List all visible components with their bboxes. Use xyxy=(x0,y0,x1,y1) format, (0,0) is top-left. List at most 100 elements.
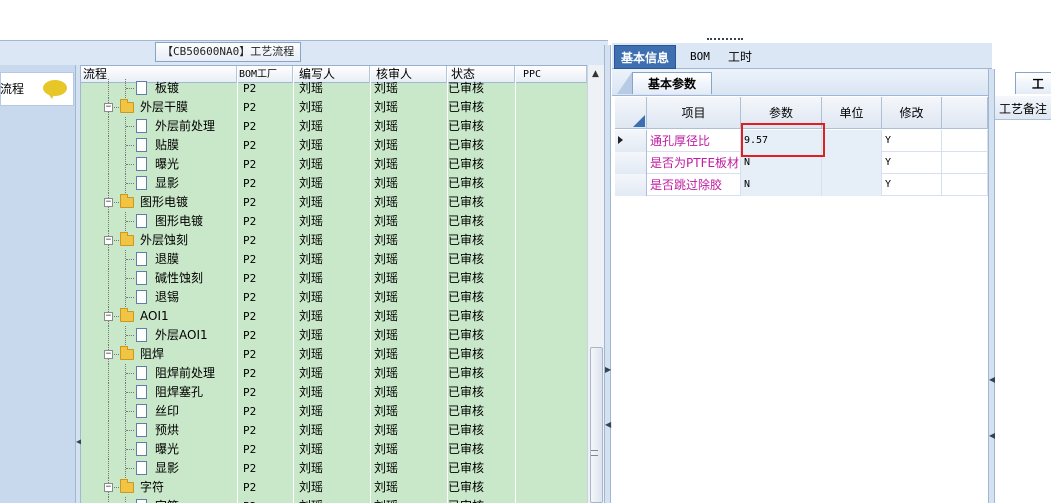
row-selector[interactable] xyxy=(615,130,647,152)
param-unit-cell[interactable] xyxy=(822,130,882,152)
tab-work-hours[interactable]: 工时 xyxy=(722,45,758,69)
reviewer-cell: 刘瑶 xyxy=(374,497,398,503)
grid-rows: 板镀 P2 刘瑶 刘瑶 已审核 − 外层干膜 P2 刘瑶 刘瑶 已审核 外层前处理 P2 刘瑶 刘瑶 已审核贴… xyxy=(81,79,587,503)
tree-guide-line xyxy=(108,421,109,440)
reviewer-cell: 刘瑶 xyxy=(374,423,399,437)
reviewer-cell: 刘瑶 xyxy=(374,157,399,171)
bom-factory-cell: P2 xyxy=(243,272,257,285)
reviewer-cell: 刘瑶 xyxy=(374,461,399,475)
right-splitter[interactable]: ◀ ◀ xyxy=(988,69,995,503)
table-row[interactable]: 碱性蚀刻 P2 刘瑶 刘瑶 已审核 xyxy=(81,269,587,288)
column-header-process-notes[interactable]: 工艺备注 xyxy=(999,100,1047,117)
table-row[interactable]: − 图形电镀 P2 刘瑶 刘瑶 已审核 xyxy=(81,193,587,212)
bom-factory-cell: P2 xyxy=(243,82,257,95)
table-row[interactable]: 字符 P2 刘瑶 刘瑶 已审核 xyxy=(81,497,587,503)
table-row[interactable]: 板镀 P2 刘瑶 刘瑶 已审核 xyxy=(81,79,587,98)
reviewer-cell: 刘瑶 xyxy=(374,328,399,342)
table-row[interactable]: − 字符 P2 刘瑶 刘瑶 已审核 xyxy=(81,478,587,497)
writer-cell: 刘瑶 xyxy=(299,347,324,361)
reviewer-cell: 刘瑶 xyxy=(374,195,399,209)
tree-guide-line xyxy=(108,440,109,459)
tree-guide-line xyxy=(108,459,109,478)
table-row[interactable]: − 外层蚀刻 P2 刘瑶 刘瑶 已审核 xyxy=(81,231,587,250)
table-row[interactable]: 退锡 P2 刘瑶 刘瑶 已审核 xyxy=(81,288,587,307)
table-row[interactable]: 显影 P2 刘瑶 刘瑶 已审核 xyxy=(81,174,587,193)
table-row[interactable]: 外层AOI1 P2 刘瑶 刘瑶 已审核 xyxy=(81,326,587,345)
status-cell: 已审核 xyxy=(448,366,485,380)
document-icon xyxy=(136,119,147,133)
document-icon xyxy=(136,442,147,456)
tree-node-label: 外层前处理 xyxy=(155,119,216,133)
table-row[interactable]: − AOI1 P2 刘瑶 刘瑶 已审核 xyxy=(81,307,587,326)
table-row[interactable]: 退膜 P2 刘瑶 刘瑶 已审核 xyxy=(81,250,587,269)
info-tabs: 基本信息 BOM 工时 xyxy=(612,43,992,69)
scroll-up-icon[interactable]: ▲ xyxy=(592,69,599,79)
bom-factory-cell: P2 xyxy=(243,310,257,323)
bom-factory-cell: P2 xyxy=(243,443,257,456)
column-header-unit[interactable]: 单位 xyxy=(822,97,882,129)
param-blank-cell xyxy=(942,130,988,152)
status-cell: 已审核 xyxy=(448,290,485,304)
status-cell: 已审核 xyxy=(448,138,485,152)
table-row[interactable]: − 外层干膜 P2 刘瑶 刘瑶 已审核 xyxy=(81,98,587,117)
row-header-corner[interactable] xyxy=(615,97,647,129)
params-row[interactable]: 是否跳过除胶 N Y xyxy=(615,174,988,196)
table-row[interactable]: 丝印 P2 刘瑶 刘瑶 已审核 xyxy=(81,402,587,421)
select-all-icon[interactable] xyxy=(633,115,645,127)
table-row[interactable]: 阻焊前处理 P2 刘瑶 刘瑶 已审核 xyxy=(81,364,587,383)
tree-branch-line xyxy=(126,145,134,146)
table-row[interactable]: − 阻焊 P2 刘瑶 刘瑶 已审核 xyxy=(81,345,587,364)
table-row[interactable]: 预烘 P2 刘瑶 刘瑶 已审核 xyxy=(81,421,587,440)
status-cell: 已审核 xyxy=(448,119,485,133)
table-row[interactable]: 曝光 P2 刘瑶 刘瑶 已审核 xyxy=(81,155,587,174)
document-icon xyxy=(136,157,147,171)
table-row[interactable]: 阻焊塞孔 P2 刘瑶 刘瑶 已审核 xyxy=(81,383,587,402)
reviewer-cell: 刘瑶 xyxy=(374,404,399,418)
table-row[interactable]: 显影 P2 刘瑶 刘瑶 已审核 xyxy=(81,459,587,478)
grid-vertical-scrollbar[interactable]: ▲ xyxy=(587,65,604,503)
row-selector[interactable] xyxy=(615,174,647,196)
bom-factory-cell: P2 xyxy=(243,291,257,304)
subtab-basic-params[interactable]: 基本参数 xyxy=(632,72,712,94)
collapse-node-icon[interactable]: − xyxy=(104,312,113,321)
collapse-node-icon[interactable]: − xyxy=(104,198,113,207)
status-cell: 已审核 xyxy=(448,271,485,285)
param-value-cell[interactable]: N xyxy=(741,174,822,196)
reviewer-cell: 刘瑶 xyxy=(374,271,399,285)
tab-process[interactable]: 工艺 xyxy=(1015,72,1051,94)
collapse-right-icon[interactable]: ▶ xyxy=(605,365,611,374)
writer-cell: 刘瑶 xyxy=(299,233,324,247)
param-unit-cell[interactable] xyxy=(822,152,882,174)
process-notes-panel xyxy=(995,69,1051,503)
collapse-node-icon[interactable]: − xyxy=(104,483,113,492)
tree-guide-line xyxy=(108,250,109,269)
tree-guide-line xyxy=(108,79,109,98)
param-unit-cell[interactable] xyxy=(822,174,882,196)
tree-branch-line xyxy=(126,164,134,165)
middle-splitter[interactable]: ▶ ◀ xyxy=(604,45,611,503)
column-header-item[interactable]: 项目 xyxy=(647,97,741,129)
collapse-node-icon[interactable]: − xyxy=(104,236,113,245)
table-row[interactable]: 外层前处理 P2 刘瑶 刘瑶 已审核 xyxy=(81,117,587,136)
grid-title: 【CB50600NA0】工艺流程 xyxy=(155,42,302,62)
tree-branch-line xyxy=(126,183,134,184)
tree-guide-line xyxy=(108,269,109,288)
table-row[interactable]: 曝光 P2 刘瑶 刘瑶 已审核 xyxy=(81,440,587,459)
bom-factory-cell: P2 xyxy=(243,196,257,209)
tree-branch-line xyxy=(126,392,134,393)
row-selector[interactable] xyxy=(615,152,647,174)
table-row[interactable]: 图形电镀 P2 刘瑶 刘瑶 已审核 xyxy=(81,212,587,231)
bom-factory-cell: P2 xyxy=(243,481,257,494)
tab-basic-info[interactable]: 基本信息 xyxy=(614,45,677,69)
collapse-left-icon[interactable]: ◀ xyxy=(605,420,611,429)
column-header-modify[interactable]: 修改 xyxy=(882,97,942,129)
collapse-node-icon[interactable]: − xyxy=(104,103,113,112)
tab-bom[interactable]: BOM xyxy=(684,45,716,69)
bom-factory-cell: P2 xyxy=(243,101,257,114)
tree-branch-line xyxy=(114,354,119,355)
collapse-node-icon[interactable]: − xyxy=(104,350,113,359)
comment-icon[interactable] xyxy=(43,80,67,99)
table-row[interactable]: 贴膜 P2 刘瑶 刘瑶 已审核 xyxy=(81,136,587,155)
scroll-thumb[interactable] xyxy=(590,347,603,503)
tree-branch-line xyxy=(126,335,134,336)
